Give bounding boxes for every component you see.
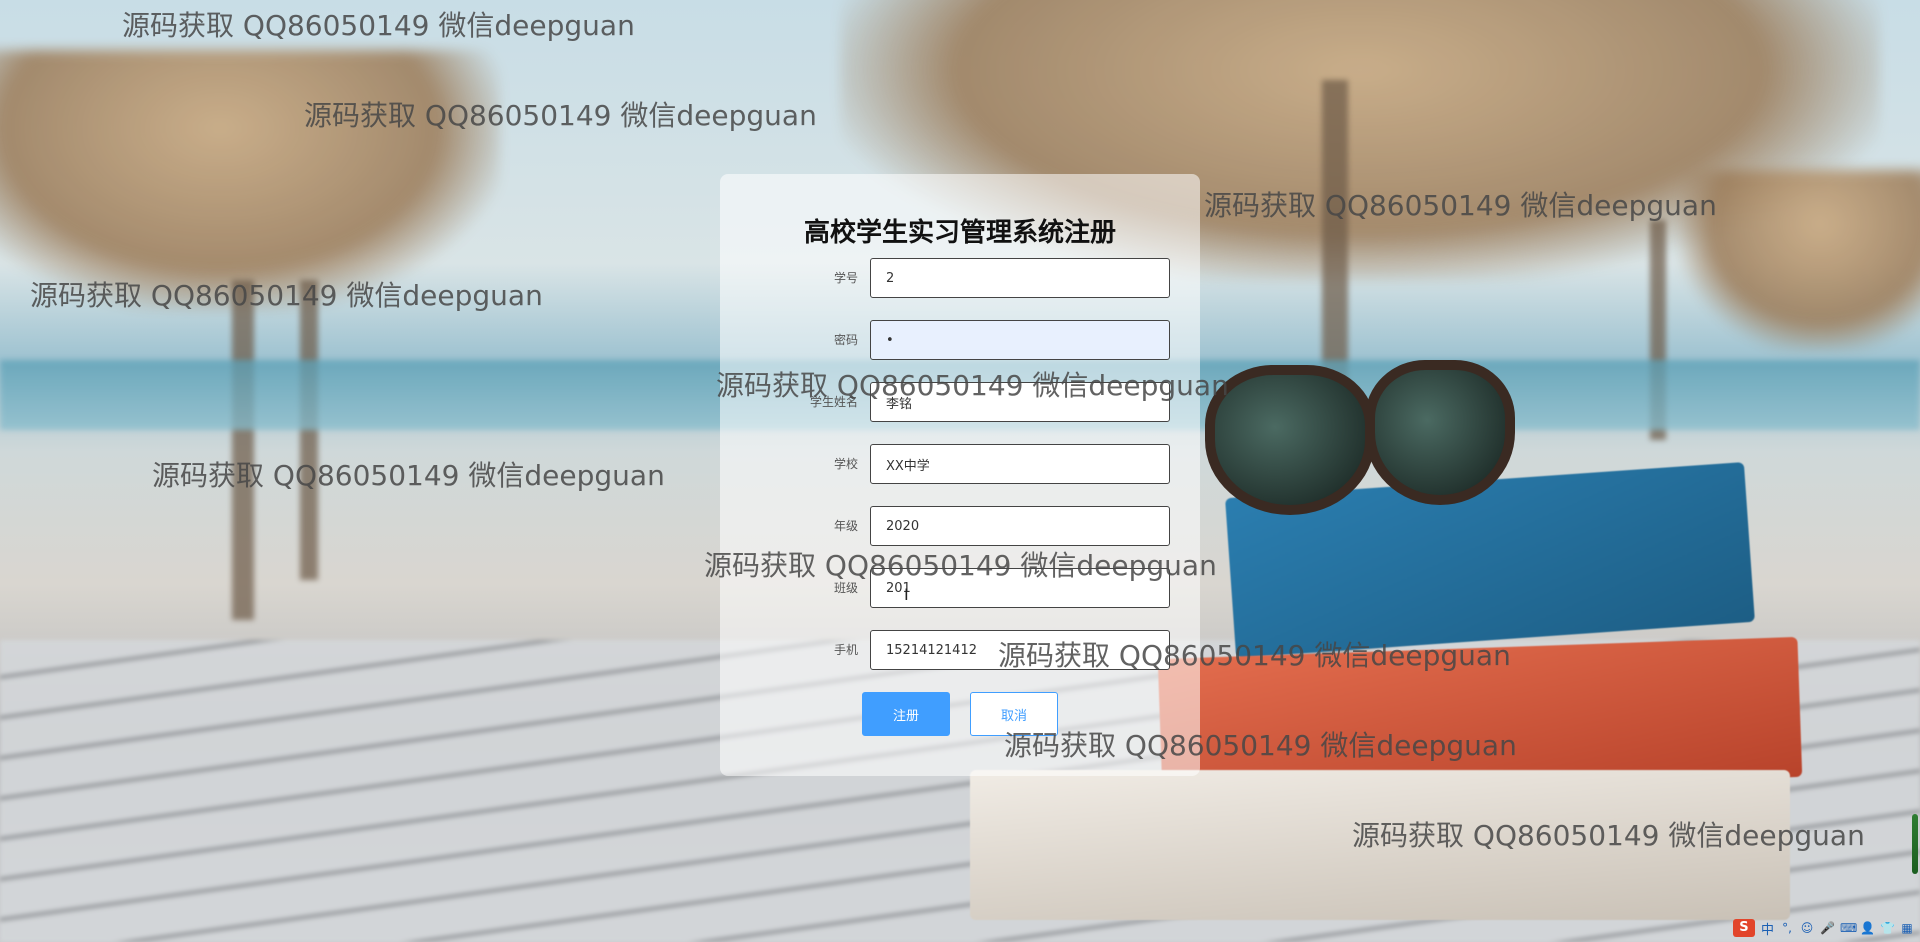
register-button[interactable]: 注册	[862, 692, 950, 736]
text-cursor-icon: I	[904, 587, 909, 603]
emoji-icon[interactable]: ☺	[1800, 921, 1814, 935]
watermark: 源码获取 QQ86050149 微信deepguan	[1204, 189, 1717, 222]
password-label: 密码	[833, 333, 858, 347]
user-icon[interactable]: 👤	[1860, 921, 1875, 935]
shirt-icon[interactable]: 👕	[1880, 921, 1895, 935]
password-input[interactable]	[870, 320, 1170, 360]
watermark: 源码获取 QQ86050149 微信deepguan	[152, 459, 665, 492]
ime-toolbar: S 中 °, ☺ 🎤 ⌨ 👤 👕 ▦	[1727, 914, 1920, 942]
grade-input[interactable]	[870, 506, 1170, 546]
watermark: 源码获取 QQ86050149 微信deepguan	[998, 639, 1511, 672]
school-input[interactable]	[870, 444, 1170, 484]
microphone-icon[interactable]: 🎤	[1820, 921, 1835, 935]
student-id-label: 学号	[833, 271, 858, 285]
student-id-input[interactable]	[870, 258, 1170, 298]
page-title: 高校学生实习管理系统注册	[803, 218, 1116, 248]
ime-mode-toggle[interactable]: 中	[1761, 919, 1774, 938]
grade-label: 年级	[833, 519, 858, 533]
watermark: 源码获取 QQ86050149 微信deepguan	[30, 279, 543, 312]
grid-icon[interactable]: ▦	[1900, 921, 1914, 935]
page: 高校学生实习管理系统注册 学号 密码 学生姓名 学校 年级 班级 手机 注册 取…	[0, 0, 1920, 942]
watermark: 源码获取 QQ86050149 微信deepguan	[304, 99, 817, 132]
scrollbar[interactable]	[1912, 814, 1918, 874]
watermark: 源码获取 QQ86050149 微信deepguan	[716, 369, 1229, 402]
phone-label: 手机	[833, 643, 858, 657]
keyboard-icon[interactable]: ⌨	[1840, 921, 1857, 935]
watermark: 源码获取 QQ86050149 微信deepguan	[122, 9, 635, 42]
school-label: 学校	[833, 457, 858, 471]
watermark: 源码获取 QQ86050149 微信deepguan	[1352, 819, 1865, 852]
watermark: 源码获取 QQ86050149 微信deepguan	[1004, 729, 1517, 762]
ime-logo-icon[interactable]: S	[1732, 919, 1755, 937]
punctuation-icon[interactable]: °,	[1780, 921, 1794, 935]
watermark: 源码获取 QQ86050149 微信deepguan	[704, 549, 1217, 582]
